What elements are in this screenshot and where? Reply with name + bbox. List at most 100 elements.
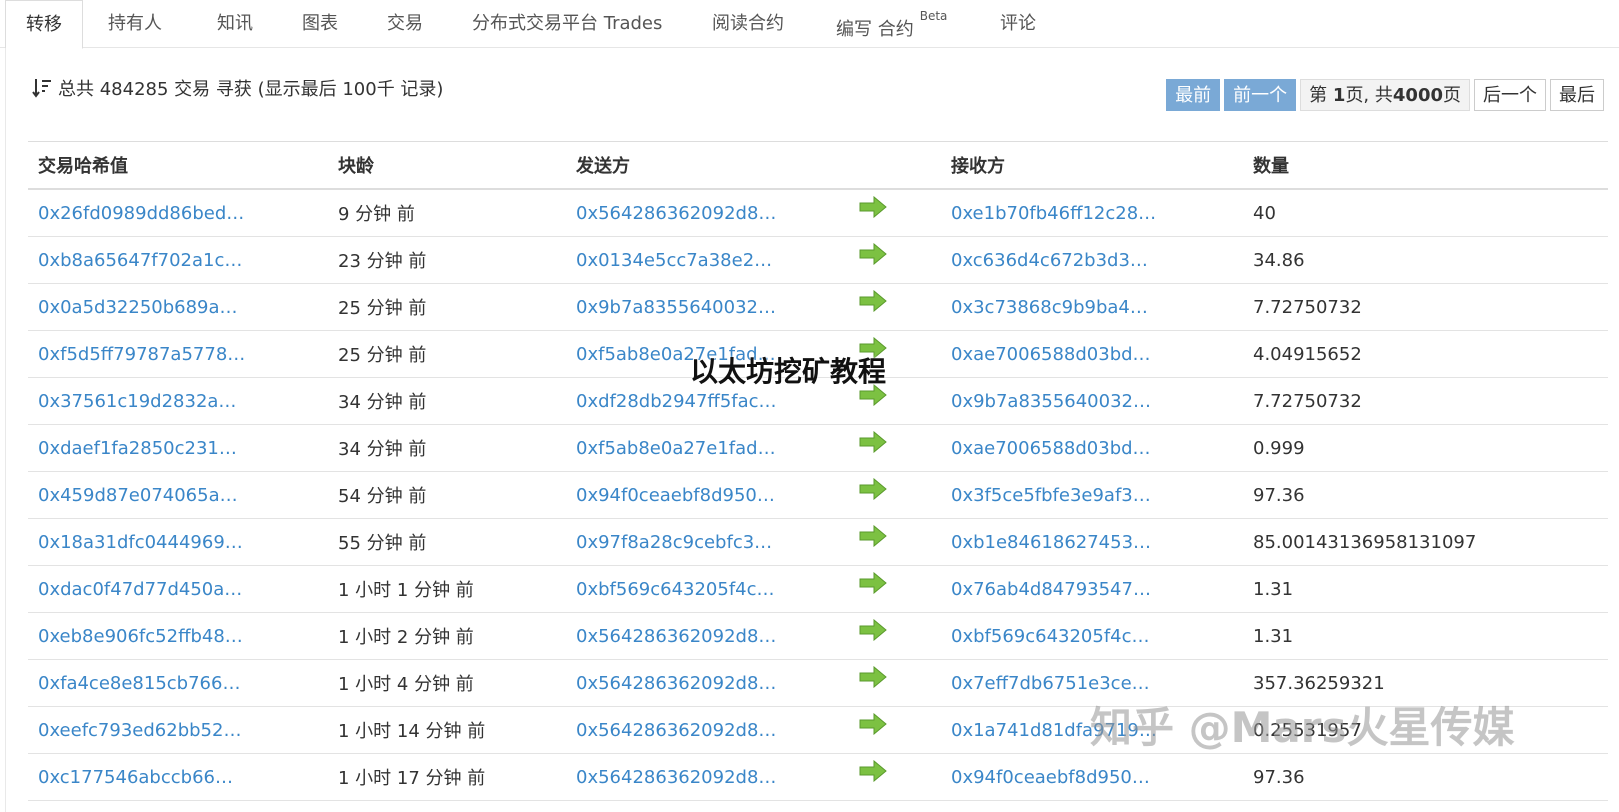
tab-write-contract[interactable]: 编写 合约 Beta — [836, 0, 947, 48]
tx-hash-cell: 0x26fd0989dd86bed… — [28, 189, 328, 237]
from-cell: 0x564286362092d8… — [566, 189, 941, 237]
tab-transfers-label: 转移 — [26, 14, 62, 35]
to-cell: 0xae7006588d03bd… — [941, 330, 1243, 378]
header-age: 块龄 — [328, 141, 566, 190]
age-cell: 1 小时 14 分钟 前 — [328, 706, 566, 754]
tx-hash-link[interactable]: 0x18a31dfc0444969… — [38, 532, 243, 553]
to-address-link[interactable]: 0x7eff7db6751e3ce… — [951, 673, 1150, 694]
to-address-link[interactable]: 0xbf569c643205f4c… — [951, 626, 1150, 647]
from-address-link[interactable]: 0x97f8a28c9cebfc3… — [576, 532, 772, 553]
age-cell: 25 分钟 前 — [328, 283, 566, 331]
amount-cell: 0.999 — [1243, 424, 1608, 472]
to-address-link[interactable]: 0x3f5ce5fbfe3e9af3… — [951, 485, 1151, 506]
from-address-link[interactable]: 0x564286362092d8… — [576, 203, 776, 224]
arrow-right-icon — [859, 243, 887, 265]
amount-cell: 34.86 — [1243, 236, 1608, 284]
last-page-button[interactable]: 最后 — [1550, 79, 1604, 111]
to-address-link[interactable]: 0xae7006588d03bd… — [951, 344, 1151, 365]
tab-charts[interactable]: 图表 — [302, 0, 338, 48]
age-cell: 23 分钟 前 — [328, 236, 566, 284]
to-cell: 0xe1b70fb46ff12c28… — [941, 189, 1243, 237]
tx-hash-link[interactable]: 0x0a5d32250b689a… — [38, 297, 238, 318]
tab-charts-label: 图表 — [302, 13, 338, 34]
from-cell: 0x564286362092d8… — [566, 706, 941, 754]
from-cell: 0x97f8a28c9cebfc3… — [566, 518, 941, 566]
from-address-link[interactable]: 0xdf28db2947ff5fac… — [576, 391, 777, 412]
arrow-right-icon — [859, 431, 887, 453]
tab-bar: 转移 持有人 知讯 图表 交易 分布式交易平台 Trades 阅读合约 编写 合… — [0, 0, 1619, 49]
tx-hash-link[interactable]: 0xfa4ce8e815cb766… — [38, 673, 240, 694]
tx-hash-link[interactable]: 0xeefc793ed62bb52… — [38, 720, 241, 741]
to-address-link[interactable]: 0xae7006588d03bd… — [951, 438, 1151, 459]
tx-hash-link[interactable]: 0x37561c19d2832a… — [38, 391, 236, 412]
tx-hash-cell: 0xeefc793ed62bb52… — [28, 706, 328, 754]
tab-info[interactable]: 知讯 — [217, 0, 253, 48]
total-pages: 4000 — [1392, 85, 1443, 106]
tab-holders-label: 持有人 — [108, 13, 162, 34]
age-cell: 1 小时 1 分钟 前 — [328, 565, 566, 613]
age-cell: 54 分钟 前 — [328, 471, 566, 519]
from-cell: 0x9b7a8355640032… — [566, 283, 941, 331]
from-address-link[interactable]: 0xbf569c643205f4c… — [576, 579, 775, 600]
tab-read-contract-label: 阅读合约 — [712, 13, 784, 34]
from-address-link[interactable]: 0x0134e5cc7a38e2… — [576, 250, 772, 271]
tx-hash-link[interactable]: 0x459d87e074065a… — [38, 485, 238, 506]
to-cell: 0x76ab4d84793547… — [941, 565, 1243, 613]
tx-hash-link[interactable]: 0xb8a65647f702a1c… — [38, 250, 242, 271]
arrow-right-icon — [859, 713, 887, 735]
tab-dex-trades-label: 分布式交易平台 Trades — [472, 13, 663, 34]
tx-hash-link[interactable]: 0x26fd0989dd86bed… — [38, 203, 244, 224]
to-address-link[interactable]: 0x3c73868c9b9ba4… — [951, 297, 1148, 318]
age-cell: 1 小时 17 分钟 前 — [328, 753, 566, 801]
page-info-suffix: 页 — [1443, 85, 1461, 106]
tx-hash-cell: 0xfa4ce8e815cb766… — [28, 659, 328, 707]
from-address-link[interactable]: 0x564286362092d8… — [576, 720, 776, 741]
to-cell: 0xbf569c643205f4c… — [941, 612, 1243, 660]
header-to: 接收方 — [941, 141, 1243, 190]
from-address-link[interactable]: 0x9b7a8355640032… — [576, 297, 776, 318]
tx-hash-link[interactable]: 0xc177546abccb66… — [38, 767, 233, 788]
first-page-button[interactable]: 最前 — [1166, 79, 1221, 111]
from-address-link[interactable]: 0x564286362092d8… — [576, 767, 776, 788]
table-row: 0xdac0f47d77d450a… 1 小时 1 分钟 前 0xbf569c643… — [28, 565, 1608, 613]
to-cell: 0xae7006588d03bd… — [941, 424, 1243, 472]
next-page-button[interactable]: 后一个 — [1474, 79, 1546, 111]
tab-dex-trades[interactable]: 分布式交易平台 Trades — [472, 0, 662, 48]
to-address-link[interactable]: 0x76ab4d84793547… — [951, 579, 1151, 600]
table-row: 0xc177546abccb66… 1 小时 17 分钟 前 0x564286362… — [28, 753, 1608, 801]
overlay-caption: 以太坊挖矿教程 — [690, 355, 887, 388]
tab-read-contract[interactable]: 阅读合约 — [712, 0, 784, 48]
to-cell: 0xc636d4c672b3d3… — [941, 236, 1243, 284]
to-address-link[interactable]: 0xc636d4c672b3d3… — [951, 250, 1148, 271]
tx-hash-link[interactable]: 0xf5d5ff79787a5778… — [38, 344, 245, 365]
from-cell: 0x94f0ceaebf8d950… — [566, 471, 941, 519]
to-address-link[interactable]: 0xe1b70fb46ff12c28… — [951, 203, 1156, 224]
to-address-link[interactable]: 0x9b7a8355640032… — [951, 391, 1151, 412]
tx-hash-cell: 0xdac0f47d77d450a… — [28, 565, 328, 613]
from-address-link[interactable]: 0x564286362092d8… — [576, 626, 776, 647]
tx-hash-link[interactable]: 0xeb8e906fc52ffb48… — [38, 626, 243, 647]
from-cell: 0xf5ab8e0a27e1fad… — [566, 424, 941, 472]
tab-holders[interactable]: 持有人 — [108, 0, 162, 48]
tab-trades[interactable]: 交易 — [387, 0, 423, 48]
table-header-row: 交易哈希值 块龄 发送方 接收方 数量 — [28, 141, 1608, 190]
tab-comments[interactable]: 评论 — [1000, 0, 1036, 48]
to-address-link[interactable]: 0x94f0ceaebf8d950… — [951, 767, 1150, 788]
from-address-link[interactable]: 0x564286362092d8… — [576, 673, 776, 694]
tab-info-label: 知讯 — [217, 13, 253, 34]
to-address-link[interactable]: 0xb1e84618627453… — [951, 532, 1151, 553]
from-address-link[interactable]: 0xf5ab8e0a27e1fad… — [576, 438, 776, 459]
from-cell: 0x564286362092d8… — [566, 753, 941, 801]
from-address-link[interactable]: 0x94f0ceaebf8d950… — [576, 485, 775, 506]
table-row: 0x18a31dfc0444969… 55 分钟 前 0x97f8a28c9cebf… — [28, 518, 1608, 566]
amount-cell: 1.31 — [1243, 612, 1608, 660]
prev-page-button[interactable]: 前一个 — [1224, 79, 1297, 111]
tx-hash-link[interactable]: 0xdac0f47d77d450a… — [38, 579, 242, 600]
amount-cell: 97.36 — [1243, 753, 1608, 801]
tx-hash-cell: 0x459d87e074065a… — [28, 471, 328, 519]
tx-hash-link[interactable]: 0xdaef1fa2850c231… — [38, 438, 237, 459]
to-cell: 0x3c73868c9b9ba4… — [941, 283, 1243, 331]
table-row: 0xeb8e906fc52ffb48… 1 小时 2 分钟 前 0x56428636… — [28, 612, 1608, 660]
tab-transfers[interactable]: 转移 — [5, 0, 83, 49]
amount-cell: 40 — [1243, 189, 1608, 237]
